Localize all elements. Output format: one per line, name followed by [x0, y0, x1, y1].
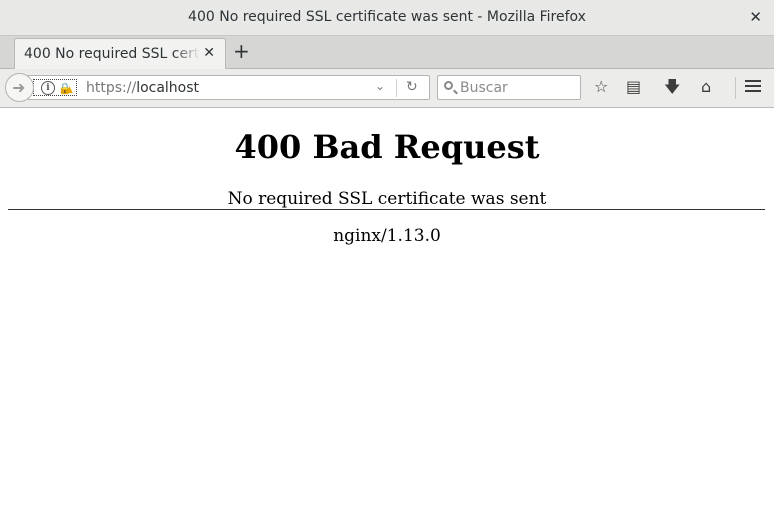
search-icon: [444, 81, 453, 90]
url-text[interactable]: https://localhost: [86, 80, 199, 96]
bookmark-star-icon[interactable]: ☆: [594, 78, 608, 96]
tab-active[interactable]: 400 No required SSL certificate was sent…: [14, 38, 226, 69]
error-message: No required SSL certificate was sent: [227, 189, 547, 209]
history-dropdown-icon[interactable]: ⌄: [375, 79, 385, 93]
window-title: 400 No required SSL certificate was sent…: [188, 9, 586, 25]
home-icon[interactable]: ⌂: [701, 78, 711, 96]
page-heading: 400 Bad Request: [234, 128, 540, 166]
server-signature: nginx/1.13.0: [333, 226, 441, 246]
search-bar[interactable]: [437, 75, 581, 100]
reading-list-icon[interactable]: ▤: [626, 78, 641, 96]
window-titlebar[interactable]: 400 No required SSL certificate was sent…: [0, 0, 774, 36]
url-bar-separator: [396, 79, 397, 97]
tab-label: 400 No required SSL certificate was sent: [24, 46, 200, 62]
toolbar-separator: [735, 77, 736, 99]
download-icon[interactable]: 🡇: [664, 78, 680, 96]
reload-icon[interactable]: ↻: [406, 79, 418, 95]
navigation-toolbar: i 🔒 ▲ https://localhost ⌄ ↻ ➜ ☆ ▤ 🡇 ⌂: [0, 69, 774, 108]
divider: [8, 209, 765, 210]
window-close-icon[interactable]: ✕: [749, 8, 762, 26]
tab-strip: 400 No required SSL certificate was sent…: [0, 36, 774, 69]
new-tab-icon[interactable]: +: [233, 41, 250, 61]
back-button[interactable]: ➜: [5, 73, 34, 102]
search-input[interactable]: [460, 78, 576, 97]
url-bar[interactable]: i 🔒 ▲ https://localhost ⌄ ↻: [28, 75, 430, 100]
site-identity-button[interactable]: i 🔒 ▲: [33, 79, 77, 96]
url-scheme: https://: [86, 80, 137, 96]
tab-close-icon[interactable]: ✕: [203, 45, 215, 61]
info-icon: i: [41, 81, 55, 95]
page-content: 400 Bad Request No required SSL certific…: [0, 108, 774, 527]
warning-icon: ▲: [66, 85, 73, 95]
menu-icon[interactable]: [745, 80, 761, 94]
back-icon: ➜: [12, 78, 26, 97]
url-host: localhost: [136, 80, 200, 96]
